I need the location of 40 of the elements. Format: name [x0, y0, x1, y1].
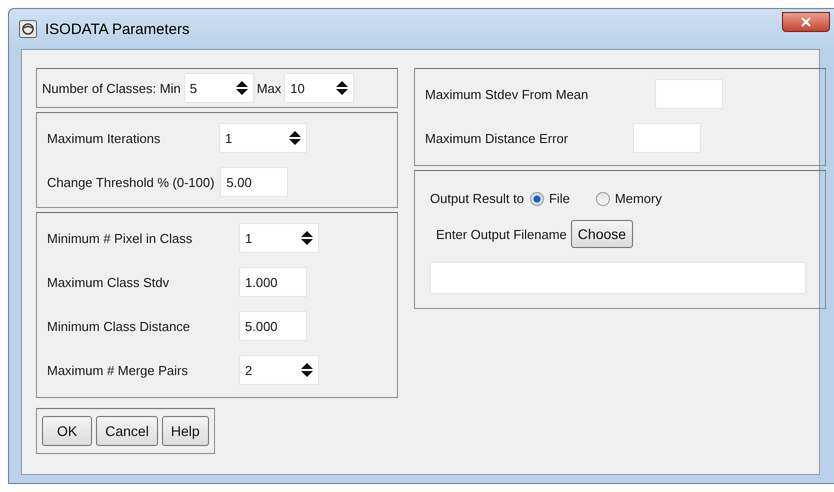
dialog-button[interactable]: Help: [162, 416, 209, 446]
spin-box[interactable]: 5: [184, 73, 254, 103]
spinner-arrows-icon[interactable]: [336, 81, 348, 95]
filename-field[interactable]: [430, 262, 806, 294]
field-label: Max: [256, 80, 282, 96]
spin-box[interactable]: 10: [284, 73, 354, 103]
window-title: ISODATA Parameters: [45, 20, 190, 38]
field-label: Enter Output Filename: [436, 226, 567, 242]
field-label: Maximum # Merge Pairs: [47, 362, 189, 378]
field-label: Maximum Iterations: [47, 130, 162, 146]
radio-button[interactable]: [530, 192, 544, 206]
close-button[interactable]: [782, 12, 830, 32]
spinner-arrows-icon[interactable]: [289, 131, 301, 145]
spinner-arrows-icon[interactable]: [301, 231, 313, 245]
app-icon: [19, 20, 37, 38]
output-label: Output Result to: [430, 191, 524, 206]
field-label: Minimum Class Distance: [47, 318, 192, 334]
spinner-arrows-icon[interactable]: [301, 363, 313, 377]
input-field[interactable]: [655, 79, 723, 109]
dialog-button[interactable]: OK: [42, 416, 92, 446]
input-field[interactable]: 5.000: [239, 311, 307, 341]
close-icon: [801, 17, 811, 27]
input-field[interactable]: 5.00: [220, 167, 288, 197]
spinner-arrows-icon[interactable]: [236, 81, 248, 95]
field-label: Maximum Stdev From Mean: [425, 86, 590, 102]
spin-box[interactable]: 1: [239, 223, 319, 253]
field-label: Maximum Class Stdv: [47, 274, 170, 290]
field-label: Number of Classes: Min: [42, 80, 181, 96]
radio-label[interactable]: Memory: [614, 191, 662, 206]
radio-button[interactable]: [596, 192, 610, 206]
input-field[interactable]: 1.000: [239, 267, 307, 297]
radio-label[interactable]: File: [548, 191, 570, 206]
field-label: Minimum # Pixel in Class: [47, 230, 194, 246]
choose-button[interactable]: Choose: [570, 220, 634, 248]
spin-box[interactable]: 1: [219, 123, 307, 153]
input-field[interactable]: [633, 123, 701, 153]
dialog-button[interactable]: Cancel: [96, 416, 158, 446]
field-label: Maximum Distance Error: [425, 130, 570, 146]
spin-box[interactable]: 2: [239, 355, 319, 385]
field-label: Change Threshold % (0-100): [47, 174, 214, 190]
